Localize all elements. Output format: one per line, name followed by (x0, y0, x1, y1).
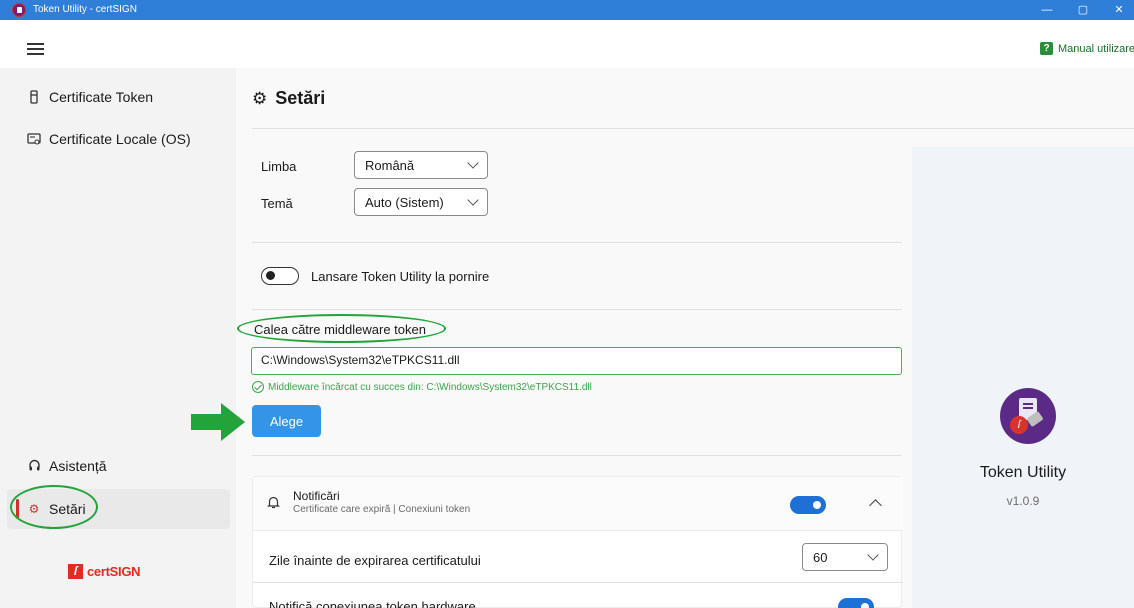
about-panel (912, 147, 1134, 608)
sidebar-item-certificate-token[interactable]: Certificate Token (0, 77, 230, 117)
language-select-value: Română (365, 157, 415, 173)
notifications-card: Notificări Certificate care expiră | Con… (252, 476, 903, 608)
middleware-status-text: Middleware încărcat cu succes din: C:\Wi… (268, 381, 592, 393)
app-icon (12, 3, 26, 17)
check-circle-icon (252, 381, 264, 393)
annotation-arrow-icon (191, 403, 245, 441)
about-version: v1.0.9 (1006, 494, 1040, 508)
annotation-ellipse-middleware (237, 314, 446, 343)
notifications-title: Notificări (293, 489, 340, 503)
notifications-subtitle: Certificate care expiră | Conexiuni toke… (293, 504, 471, 515)
maximize-button[interactable]: ▢ (1068, 0, 1098, 20)
sidebar-item-label: Asistență (49, 458, 107, 474)
help-book-icon: ? (1040, 42, 1053, 55)
choose-button[interactable]: Alege (252, 405, 321, 437)
bell-icon (267, 495, 280, 512)
chevron-down-icon (467, 194, 479, 206)
page-title-text: Setări (275, 88, 326, 108)
expiry-days-select[interactable]: 60 (802, 543, 888, 571)
certsign-brand-text: certSIGN (87, 564, 141, 579)
manual-link[interactable]: ? Manual utilizare (1040, 42, 1134, 55)
chevron-down-icon (467, 157, 479, 169)
sidebar-item-label: Certificate Locale (OS) (49, 131, 191, 147)
notifications-header[interactable]: Notificări Certificate care expiră | Con… (253, 477, 903, 531)
chevron-up-icon[interactable] (869, 499, 882, 512)
hamburger-menu-icon[interactable] (27, 43, 44, 56)
divider (252, 455, 902, 456)
title-bar: Token Utility - certSIGN — ▢ ✕ (0, 0, 1134, 20)
headset-icon (27, 459, 41, 473)
divider (252, 128, 1134, 129)
sidebar-item-asistenta[interactable]: Asistență (0, 446, 230, 486)
hardware-notify-toggle[interactable] (838, 598, 874, 608)
divider (252, 242, 902, 243)
token-utility-logo-icon: ſ (1000, 388, 1056, 444)
usb-token-icon (27, 90, 41, 104)
certsign-logo: ſ certSIGN (68, 564, 141, 579)
startup-label: Lansare Token Utility la pornire (311, 269, 490, 284)
startup-toggle[interactable] (261, 267, 299, 285)
certsign-mark-icon: ſ (68, 564, 83, 579)
close-button[interactable]: ✕ (1104, 0, 1134, 20)
minimize-button[interactable]: — (1032, 0, 1062, 20)
sidebar-item-label: Certificate Token (49, 89, 154, 105)
manual-label: Manual utilizare (1058, 42, 1134, 55)
chevron-down-icon (867, 549, 879, 561)
gear-icon: ⚙ (252, 88, 268, 108)
theme-select[interactable]: Auto (Sistem) (354, 188, 488, 216)
certificate-icon (27, 132, 41, 146)
middleware-path-input[interactable]: C:\Windows\System32\eTPKCS11.dll (251, 347, 902, 375)
expiry-days-value: 60 (813, 549, 828, 565)
theme-select-value: Auto (Sistem) (365, 194, 444, 210)
language-label: Limba (261, 159, 297, 174)
window-title: Token Utility - certSIGN (33, 4, 137, 15)
annotation-ellipse-setari (10, 485, 98, 529)
sidebar-item-certificate-locale[interactable]: Certificate Locale (OS) (0, 119, 230, 159)
expiry-days-label: Zile înainte de expirarea certificatului (269, 553, 481, 568)
language-select[interactable]: Română (354, 151, 488, 179)
about-app-name: Token Utility (979, 464, 1067, 481)
middleware-status: Middleware încărcat cu succes din: C:\Wi… (252, 381, 592, 393)
notifications-toggle[interactable] (790, 496, 826, 514)
hardware-notify-label: Notifică conexiunea token hardware (269, 599, 476, 608)
theme-label: Temă (261, 196, 293, 211)
header-bar: ? Manual utilizare (0, 20, 1134, 68)
page-title: ⚙ Setări (252, 88, 325, 109)
divider (252, 309, 902, 310)
divider (253, 582, 903, 583)
